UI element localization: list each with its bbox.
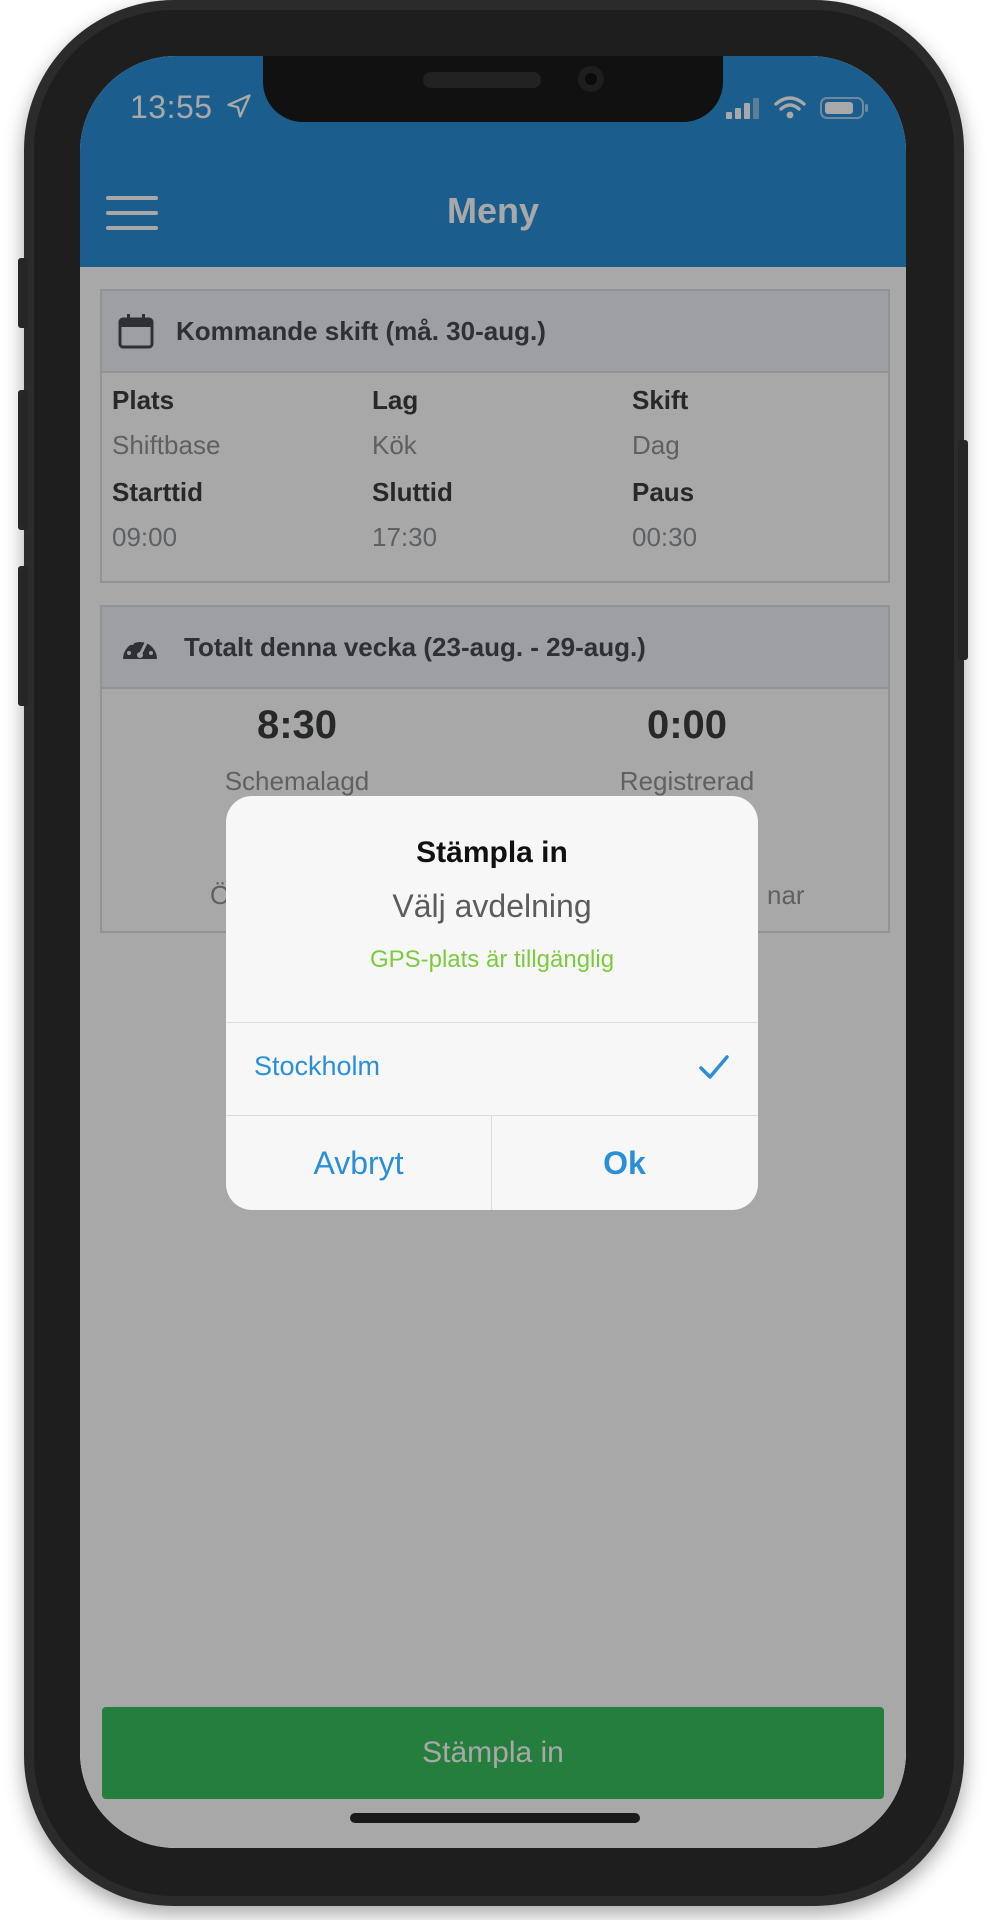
- checkmark-icon: [699, 1055, 729, 1079]
- gps-status-text: GPS-plats är tillgänglig: [369, 946, 615, 973]
- screen: 13:55 Meny Kommande skift (må. 30-aug.) …: [80, 56, 906, 1848]
- dialog-title: Stämpla in: [416, 836, 568, 869]
- clock-in-dialog: Stämpla in Välj avdelning GPS-plats är t…: [226, 796, 758, 1210]
- cancel-button[interactable]: Avbryt: [226, 1116, 491, 1210]
- side-button-volume-down: [18, 566, 28, 706]
- department-option-label: Stockholm: [254, 1051, 381, 1081]
- dialog-subtitle: Välj avdelning: [392, 888, 592, 924]
- department-option-stockholm[interactable]: Stockholm: [226, 1023, 758, 1115]
- side-button-power: [958, 440, 968, 660]
- side-button-mute: [18, 258, 28, 328]
- ok-button[interactable]: Ok: [492, 1116, 757, 1210]
- home-indicator[interactable]: [350, 1813, 640, 1823]
- side-button-volume-up: [18, 390, 28, 530]
